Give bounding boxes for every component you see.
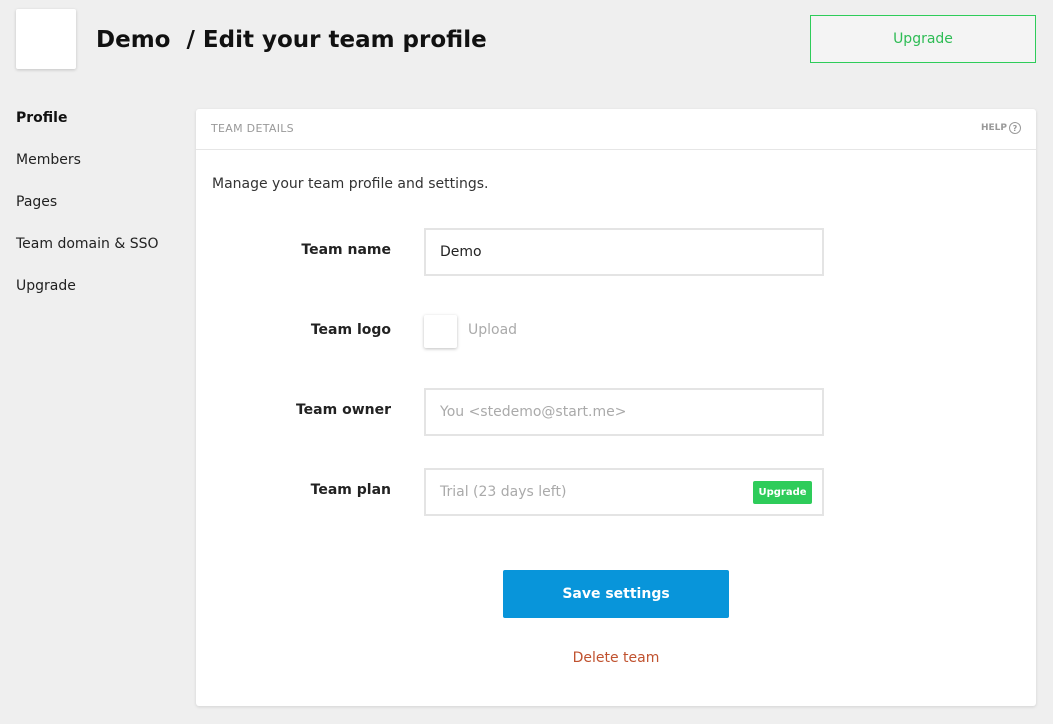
team-owner-field: You <stedemo@start.me> (424, 388, 824, 436)
team-plan-row: Team plan Trial (23 days left) Upgrade (196, 468, 1036, 516)
team-name-row: Team name (196, 228, 1036, 276)
sidebar-item-team-domain-sso[interactable]: Team domain & SSO (16, 234, 159, 276)
team-name-input[interactable] (424, 228, 824, 276)
sidebar-item-members[interactable]: Members (16, 150, 159, 192)
help-circle-icon: ? (1009, 122, 1021, 134)
team-plan-label: Team plan (310, 482, 391, 498)
page-header: Demo / Edit your team profile Upgrade (0, 0, 1053, 80)
team-logo (16, 9, 76, 69)
team-logo-row: Team logo Upload (196, 308, 1036, 356)
team-plan-value: Trial (23 days left) (440, 484, 567, 500)
page-subtitle: / Edit your team profile (186, 27, 487, 53)
team-logo-thumbnail[interactable] (424, 315, 457, 348)
plan-upgrade-button[interactable]: Upgrade (753, 481, 812, 504)
upload-link[interactable]: Upload (468, 322, 517, 338)
team-details-card: TEAM DETAILS HELP ? Manage your team pro… (196, 109, 1036, 706)
delete-team-label[interactable]: Delete team (573, 650, 660, 666)
sidebar-item-profile[interactable]: Profile (16, 108, 159, 150)
delete-team-link: Delete team (196, 650, 1036, 666)
sidebar-nav: Profile Members Pages Team domain & SSO … (16, 108, 159, 318)
page-title: Demo / Edit your team profile (96, 27, 487, 53)
save-settings-button[interactable]: Save settings (503, 570, 729, 618)
team-name-title: Demo (96, 27, 171, 53)
card-title: TEAM DETAILS (211, 122, 294, 135)
intro-text: Manage your team profile and settings. (212, 176, 489, 192)
team-owner-row: Team owner You <stedemo@start.me> (196, 388, 1036, 436)
help-link[interactable]: HELP ? (981, 122, 1021, 134)
team-name-label: Team name (301, 242, 391, 258)
upgrade-button[interactable]: Upgrade (810, 15, 1036, 63)
sidebar-item-upgrade[interactable]: Upgrade (16, 276, 159, 318)
card-header: TEAM DETAILS HELP ? (196, 109, 1036, 150)
sidebar-item-pages[interactable]: Pages (16, 192, 159, 234)
team-plan-field: Trial (23 days left) Upgrade (424, 468, 824, 516)
team-owner-label: Team owner (295, 402, 391, 418)
team-logo-label: Team logo (310, 322, 391, 338)
help-label: HELP (980, 123, 1007, 133)
